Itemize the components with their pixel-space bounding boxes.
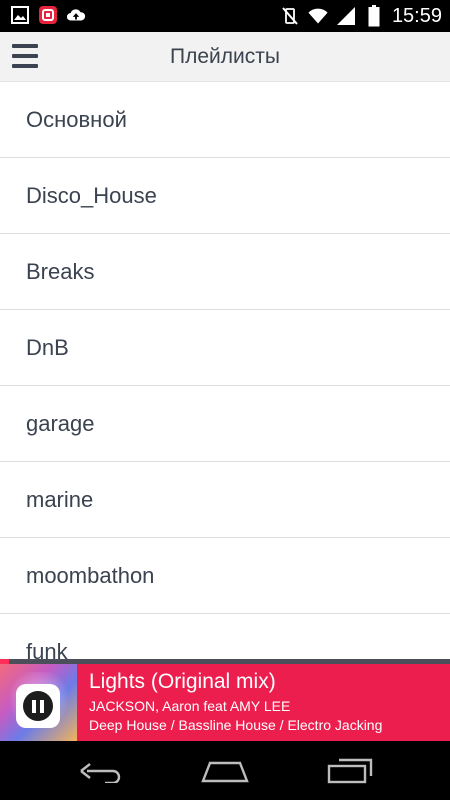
list-item[interactable]: funk [0, 614, 450, 660]
signal-icon [336, 6, 356, 26]
list-item[interactable]: moombathon [0, 538, 450, 614]
navigation-bar [0, 741, 450, 800]
battery-icon [364, 5, 384, 27]
pause-button[interactable] [16, 684, 60, 728]
page-title: Плейлисты [170, 45, 280, 68]
wifi-icon [308, 6, 328, 26]
recent-apps-icon[interactable] [322, 755, 378, 787]
track-title: Lights (Original mix) [89, 670, 276, 693]
back-icon[interactable] [73, 755, 129, 787]
cloud-upload-icon [66, 5, 86, 25]
list-item[interactable]: Breaks [0, 234, 450, 310]
list-item[interactable]: DnB [0, 310, 450, 386]
home-icon[interactable] [197, 755, 253, 787]
list-item[interactable]: Основной [0, 82, 450, 158]
clock: 15:59 [391, 4, 442, 27]
status-bar: 15:59 [0, 0, 450, 32]
playlist-list[interactable]: Основной Disco_House Breaks DnB garage m… [0, 82, 450, 660]
image-icon [10, 5, 30, 25]
mini-player[interactable]: Lights (Original mix) JACKSON, Aaron fea… [0, 659, 450, 741]
action-bar: Плейлисты [0, 32, 450, 82]
menu-icon[interactable] [12, 44, 40, 70]
album-cover [0, 664, 77, 741]
app-notification-icon [38, 5, 58, 25]
list-item[interactable]: Disco_House [0, 158, 450, 234]
track-info[interactable]: Lights (Original mix) JACKSON, Aaron fea… [89, 669, 444, 735]
list-item[interactable]: garage [0, 386, 450, 462]
track-genre: Deep House / Bassline House / Electro Ja… [89, 717, 383, 733]
track-artist: JACKSON, Aaron feat AMY LEE [89, 698, 291, 714]
vibrate-off-icon [280, 6, 300, 26]
pause-icon [23, 691, 53, 721]
list-item[interactable]: marine [0, 462, 450, 538]
